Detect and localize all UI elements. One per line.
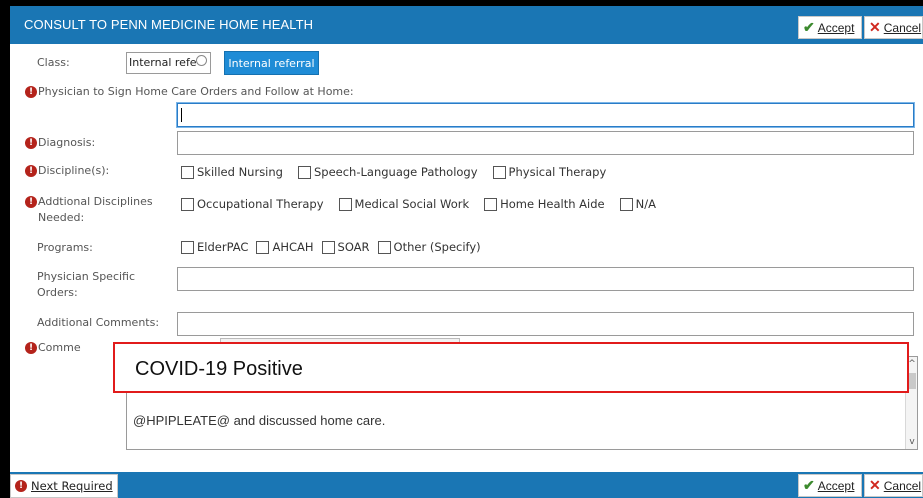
next-required-label: Next Required	[31, 479, 113, 493]
checkbox-icon[interactable]	[484, 197, 498, 211]
option-label: N/A	[635, 197, 656, 211]
class-input[interactable]: Internal refe	[126, 52, 211, 74]
comments-label: Comme	[38, 341, 81, 354]
next-required-button[interactable]: ! Next Required	[10, 474, 118, 498]
disciplines-label: Discipline(s):	[38, 164, 110, 177]
accept-button[interactable]: ✔ Accept	[798, 16, 862, 39]
cancel-label: Cancel	[883, 478, 922, 493]
required-icon: !	[15, 480, 27, 492]
checkbox-skilled-nursing[interactable]: Skilled Nursing	[181, 165, 283, 179]
checkbox-icon[interactable]	[492, 165, 506, 179]
comments-text: @HPIPLEATE@ and discussed home care.	[133, 413, 386, 428]
checkbox-icon[interactable]	[377, 240, 391, 254]
physician-label: Physician to Sign Home Care Orders and F…	[38, 85, 354, 98]
bottom-bar	[10, 472, 923, 498]
additional-disciplines-label-line1: Addtional Disciplines	[38, 195, 153, 208]
internal-referral-button[interactable]: Internal referral	[224, 51, 319, 75]
required-icon: !	[25, 342, 37, 354]
option-label: Physical Therapy	[508, 165, 607, 179]
footer-accept-button[interactable]: ✔ Accept	[798, 474, 862, 497]
physician-orders-label-line1: Physician Specific	[37, 270, 136, 283]
option-label: ElderPAC	[197, 240, 249, 254]
programs-options: ElderPAC AHCAH SOAR Other (Specify)	[181, 240, 496, 254]
title-bar: CONSULT TO PENN MEDICINE HOME HEALTH	[10, 6, 923, 44]
checkbox-icon[interactable]	[338, 197, 352, 211]
accept-label: Accept	[817, 20, 855, 35]
option-label: Medical Social Work	[354, 197, 470, 211]
annotation-box: COVID-19 Positive	[113, 342, 909, 393]
diagnosis-label: Diagnosis:	[38, 136, 96, 149]
option-label: SOAR	[337, 240, 370, 254]
required-icon: !	[25, 165, 37, 177]
checkbox-icon[interactable]	[297, 165, 311, 179]
checkbox-physical-therapy[interactable]: Physical Therapy	[492, 165, 607, 179]
required-icon: !	[25, 86, 37, 98]
required-icon: !	[25, 137, 37, 149]
scroll-down-icon[interactable]: v	[907, 437, 917, 447]
class-value: Internal refe	[129, 56, 197, 69]
physician-orders-label-line2: Orders:	[37, 286, 78, 299]
search-icon[interactable]	[196, 55, 207, 66]
additional-disciplines-options: Occupational Therapy Medical Social Work…	[181, 197, 671, 211]
checkbox-elderpac[interactable]: ElderPAC	[181, 240, 248, 254]
checkbox-soar[interactable]: SOAR	[321, 240, 370, 254]
checkbox-icon[interactable]	[181, 240, 194, 254]
option-label: Home Health Aide	[500, 197, 605, 211]
checkbox-occupational-therapy[interactable]: Occupational Therapy	[181, 197, 324, 211]
close-icon: ✕	[869, 19, 881, 35]
disciplines-options: Skilled Nursing Speech-Language Patholog…	[181, 165, 621, 179]
text-caret	[181, 108, 182, 122]
checkbox-medical-social-work[interactable]: Medical Social Work	[338, 197, 470, 211]
diagnosis-input[interactable]	[177, 131, 914, 155]
annotation-text: COVID-19 Positive	[135, 358, 303, 380]
checkbox-home-health-aide[interactable]: Home Health Aide	[484, 197, 605, 211]
checkbox-speech-language-pathology[interactable]: Speech-Language Pathology	[297, 165, 478, 179]
required-icon: !	[25, 196, 37, 208]
cancel-label: Cancel	[883, 20, 922, 35]
class-label: Class:	[37, 56, 70, 69]
physician-orders-input[interactable]	[177, 267, 914, 291]
checkbox-other-specify[interactable]: Other (Specify)	[377, 240, 481, 254]
footer-cancel-button[interactable]: ✕ Cancel	[864, 474, 923, 497]
checkbox-icon[interactable]	[181, 197, 194, 211]
checkbox-icon[interactable]	[256, 240, 270, 254]
checkmark-icon: ✔	[803, 19, 815, 35]
checkbox-ahcah[interactable]: AHCAH	[256, 240, 314, 254]
cancel-button[interactable]: ✕ Cancel	[864, 16, 923, 39]
additional-comments-label: Additional Comments:	[37, 316, 160, 329]
option-label: Speech-Language Pathology	[313, 165, 478, 179]
window-title: CONSULT TO PENN MEDICINE HOME HEALTH	[24, 17, 314, 32]
option-label: Skilled Nursing	[197, 165, 283, 179]
physician-input[interactable]	[177, 103, 914, 127]
additional-comments-input[interactable]	[177, 312, 914, 336]
checkmark-icon: ✔	[803, 477, 815, 493]
checkbox-na[interactable]: N/A	[619, 197, 656, 211]
programs-label: Programs:	[37, 241, 93, 254]
close-icon: ✕	[869, 477, 881, 493]
checkbox-icon[interactable]	[321, 240, 335, 254]
option-label: AHCAH	[272, 240, 314, 254]
checkbox-icon[interactable]	[181, 165, 194, 179]
accept-label: Accept	[817, 478, 855, 493]
checkbox-icon[interactable]	[619, 197, 633, 211]
additional-disciplines-label-line2: Needed:	[38, 211, 85, 224]
option-label: Other (Specify)	[393, 240, 481, 254]
option-label: Occupational Therapy	[197, 197, 324, 211]
